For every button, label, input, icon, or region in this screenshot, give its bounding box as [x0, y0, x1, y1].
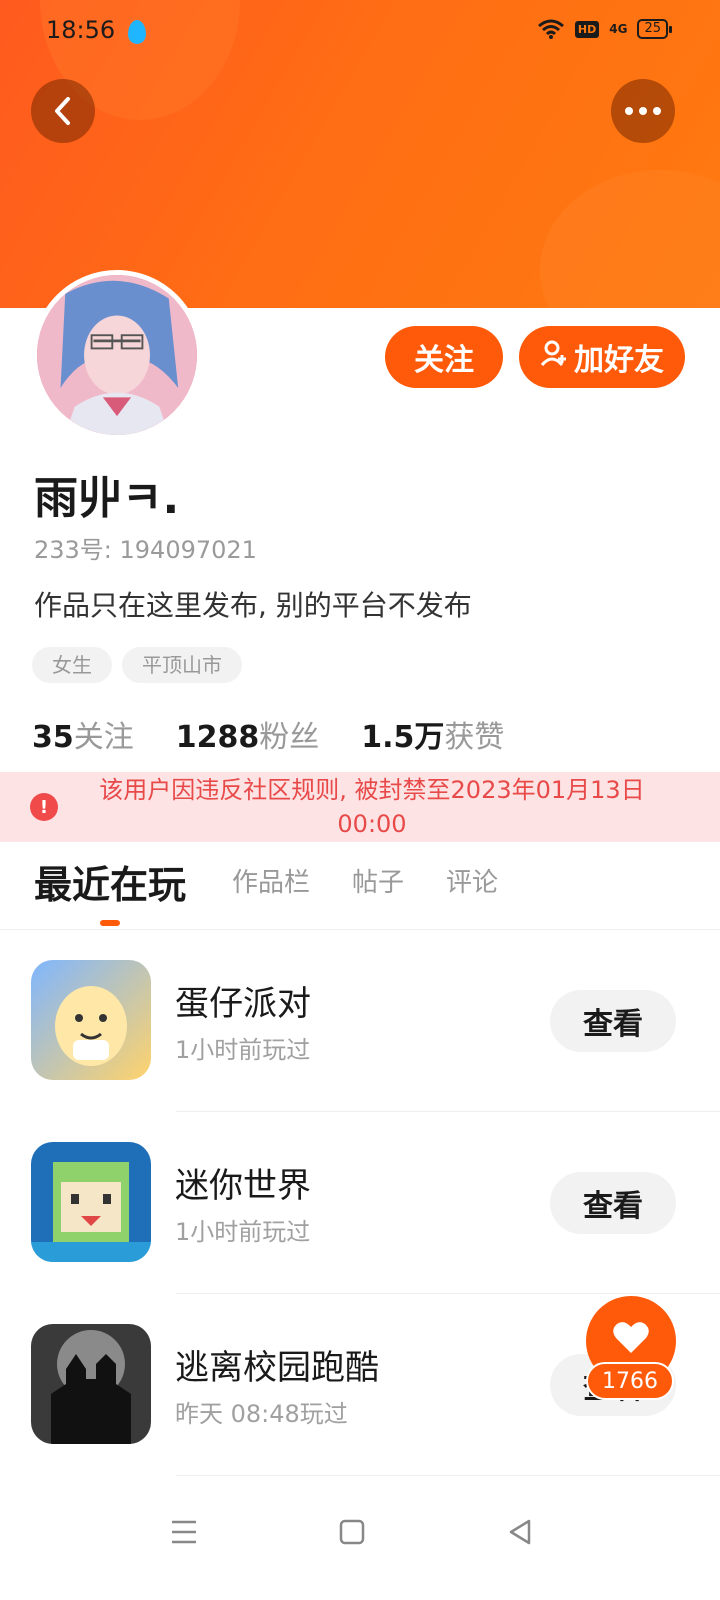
- chevron-left-icon: [55, 97, 70, 125]
- list-item[interactable]: 蛋仔派对 1小时前玩过 查看: [0, 930, 720, 1112]
- profile-tags: 女生 平顶山市: [32, 647, 242, 683]
- game-played-time: 昨天 08:48玩过: [175, 1400, 348, 1428]
- user-id: 233号: 194097021: [34, 536, 257, 564]
- more-button[interactable]: [611, 79, 675, 143]
- warning-icon: !: [30, 793, 58, 821]
- game-name: 迷你世界: [175, 1166, 311, 1206]
- follow-button[interactable]: 关注: [385, 326, 503, 388]
- more-dots-icon: [625, 107, 661, 115]
- back-button[interactable]: [31, 79, 95, 143]
- stat-following-value: 35: [32, 720, 74, 755]
- avatar[interactable]: [32, 270, 202, 440]
- heart-icon: [613, 1322, 649, 1353]
- tab-works[interactable]: 作品栏: [232, 862, 310, 899]
- view-button[interactable]: 查看: [550, 990, 676, 1052]
- tab-recently-played[interactable]: 最近在玩: [34, 854, 186, 909]
- menu-icon[interactable]: [164, 1512, 204, 1552]
- system-nav-bar: [0, 1490, 720, 1600]
- home-square-icon[interactable]: [332, 1512, 372, 1552]
- bio: 作品只在这里发布, 别的平台不发布: [34, 589, 472, 622]
- ban-notice: ! 该用户因违反社区规则, 被封禁至2023年01月13日 00:00: [0, 772, 720, 842]
- status-bar: 18:56 HD 4G 25: [0, 0, 720, 64]
- notification-drop-icon: [128, 20, 146, 44]
- divider: [176, 1475, 720, 1476]
- stat-likes-value: 1.5万: [361, 720, 445, 755]
- username: 雨丱ㅋ.: [34, 473, 180, 524]
- stat-fans-label: 粉丝: [259, 720, 320, 755]
- wifi-icon: [537, 18, 565, 40]
- battery-icon: 25: [637, 19, 672, 39]
- profile-stats: 35关注 1288粉丝 1.5万获赞: [32, 712, 504, 756]
- follow-label: 关注: [414, 343, 474, 378]
- profile-tabs: 最近在玩 作品栏 帖子 评论: [0, 848, 720, 930]
- game-name: 逃离校园跑酷: [175, 1348, 379, 1388]
- add-person-icon: [540, 339, 568, 375]
- add-friend-label: 加好友: [574, 343, 664, 378]
- game-played-time: 1小时前玩过: [175, 1036, 311, 1064]
- game-icon-campus-escape: [31, 1324, 151, 1444]
- stat-fans-value: 1288: [175, 720, 260, 755]
- view-button[interactable]: 查看: [550, 1172, 676, 1234]
- tag-city: 平顶山市: [122, 647, 242, 683]
- status-time: 18:56: [46, 16, 116, 44]
- game-name: 蛋仔派对: [175, 984, 311, 1024]
- back-triangle-icon[interactable]: [500, 1512, 540, 1552]
- stat-likes-label: 获赞: [444, 720, 505, 755]
- stat-following[interactable]: 35关注: [32, 712, 134, 756]
- hd-icon: HD: [574, 20, 600, 38]
- game-icon-eggy-party: [31, 960, 151, 1080]
- ban-notice-text: 该用户因违反社区规则, 被封禁至2023年01月13日 00:00: [99, 776, 645, 838]
- stat-following-label: 关注: [73, 720, 134, 755]
- tab-comments[interactable]: 评论: [446, 862, 498, 899]
- game-played-time: 1小时前玩过: [175, 1218, 311, 1246]
- add-friend-button[interactable]: 加好友: [519, 326, 685, 388]
- status-icons: HD 4G 25: [537, 18, 672, 40]
- stat-likes[interactable]: 1.5万获赞: [361, 712, 504, 756]
- banner-decoration: [540, 170, 720, 308]
- active-tab-indicator: [100, 920, 120, 926]
- stat-fans[interactable]: 1288粉丝: [176, 712, 320, 756]
- tag-gender: 女生: [32, 647, 112, 683]
- tab-posts[interactable]: 帖子: [352, 862, 404, 899]
- game-icon-mini-world: [31, 1142, 151, 1262]
- signal-icon: 4G: [609, 22, 628, 36]
- like-count: 1766: [586, 1362, 674, 1400]
- list-item[interactable]: 迷你世界 1小时前玩过 查看: [0, 1112, 720, 1294]
